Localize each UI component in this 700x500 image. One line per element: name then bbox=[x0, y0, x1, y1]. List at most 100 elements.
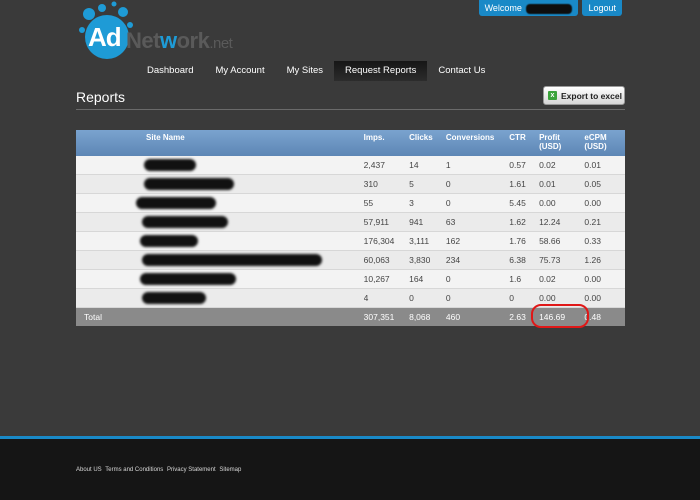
col-profit-label: Profit bbox=[539, 133, 560, 142]
logo-ad-text: Ad bbox=[88, 22, 122, 52]
profit-cell: 0.02 bbox=[539, 156, 585, 175]
nav-contact-us[interactable]: Contact Us bbox=[427, 61, 496, 81]
conversions-cell: 0 bbox=[445, 193, 510, 213]
total-profit-cell: 146.69 bbox=[531, 304, 590, 328]
export-excel-button[interactable]: x Export to excel bbox=[543, 86, 625, 105]
logo[interactable]: Ad Network.net bbox=[78, 0, 248, 62]
imps-cell: 57,911 bbox=[363, 212, 410, 232]
clicks-cell: 3,111 bbox=[409, 231, 446, 251]
site-name-cell bbox=[76, 288, 364, 308]
col-imps[interactable]: Imps. bbox=[363, 130, 410, 156]
profit-cell: 75.73 bbox=[539, 250, 585, 270]
ecpm-cell: 0.21 bbox=[584, 212, 625, 232]
footer-link-terms[interactable]: Terms and Conditions bbox=[105, 467, 163, 473]
conversions-cell: 162 bbox=[445, 231, 510, 251]
ecpm-cell: 0.01 bbox=[584, 156, 625, 175]
ctr-cell: 1.76 bbox=[509, 231, 540, 251]
export-label: Export to excel bbox=[561, 91, 622, 101]
nav-request-reports[interactable]: Request Reports bbox=[334, 61, 428, 81]
excel-icon: x bbox=[548, 91, 557, 100]
ctr-cell: 0.57 bbox=[509, 156, 540, 175]
col-profit-unit: (USD) bbox=[539, 142, 562, 151]
logout-link[interactable]: Logout bbox=[582, 0, 622, 16]
site-name-cell bbox=[76, 269, 364, 289]
logo-w-part: w bbox=[159, 28, 177, 53]
table-header-row: Site Name Imps. Clicks Conversions CTR P… bbox=[76, 130, 625, 156]
imps-cell: 2,437 bbox=[363, 156, 410, 175]
ecpm-cell: 1.26 bbox=[584, 250, 625, 270]
ecpm-cell: 0.00 bbox=[584, 269, 625, 289]
redacted-site-name bbox=[140, 235, 198, 247]
table-row: 60,063 3,830 234 6.38 75.73 1.26 bbox=[76, 250, 625, 270]
col-clicks[interactable]: Clicks bbox=[409, 130, 446, 156]
clicks-cell: 5 bbox=[409, 174, 446, 194]
clicks-cell: 3,830 bbox=[409, 250, 446, 270]
profit-cell: 0.01 bbox=[539, 174, 585, 194]
redacted-site-name bbox=[142, 216, 228, 228]
title-divider bbox=[76, 109, 625, 110]
ecpm-cell: 0.00 bbox=[584, 288, 625, 308]
red-highlight-circle bbox=[531, 304, 590, 328]
col-profit[interactable]: Profit (USD) bbox=[539, 130, 585, 156]
conversions-cell: 63 bbox=[445, 212, 510, 232]
site-name-cell bbox=[76, 193, 364, 213]
redacted-site-name bbox=[140, 273, 236, 285]
ctr-cell: 1.61 bbox=[509, 174, 540, 194]
logo-net-part: Net bbox=[126, 28, 160, 53]
imps-cell: 310 bbox=[363, 174, 410, 194]
nav-my-account[interactable]: My Account bbox=[204, 61, 275, 81]
table-row: 57,911 941 63 1.62 12.24 0.21 bbox=[76, 212, 625, 232]
col-ctr[interactable]: CTR bbox=[509, 130, 540, 156]
table-row: 10,267 164 0 1.6 0.02 0.00 bbox=[76, 269, 625, 289]
ctr-cell: 5.45 bbox=[509, 193, 540, 213]
profit-cell: 0.00 bbox=[539, 193, 585, 213]
nav-dashboard[interactable]: Dashboard bbox=[136, 61, 204, 81]
table-row: 55 3 0 5.45 0.00 0.00 bbox=[76, 193, 625, 213]
profit-cell: 58.66 bbox=[539, 231, 585, 251]
conversions-cell: 1 bbox=[445, 156, 510, 175]
table-row: 2,437 14 1 0.57 0.02 0.01 bbox=[76, 156, 625, 175]
site-name-cell bbox=[76, 231, 364, 251]
clicks-cell: 14 bbox=[409, 156, 446, 175]
redacted-site-name bbox=[142, 292, 206, 304]
clicks-cell: 941 bbox=[409, 212, 446, 232]
col-ecpm[interactable]: eCPM (USD) bbox=[584, 130, 625, 156]
site-name-cell bbox=[76, 156, 364, 175]
conversions-cell: 0 bbox=[445, 288, 510, 308]
report-table: Site Name Imps. Clicks Conversions CTR P… bbox=[76, 130, 625, 328]
total-row: Total 307,351 8,068 460 2.63 146.69 0.48 bbox=[76, 304, 625, 328]
col-conversions[interactable]: Conversions bbox=[445, 130, 510, 156]
welcome-badge: Welcome bbox=[478, 0, 579, 16]
footer-link-sitemap[interactable]: Sitemap bbox=[219, 467, 241, 473]
total-imps: 307,351 bbox=[363, 307, 410, 326]
ecpm-cell: 0.33 bbox=[584, 231, 625, 251]
table-row: 310 5 0 1.61 0.01 0.05 bbox=[76, 174, 625, 194]
total-ecpm: 0.48 bbox=[584, 307, 625, 326]
redacted-site-name bbox=[144, 159, 196, 171]
col-ecpm-label: eCPM bbox=[584, 133, 607, 142]
logo-ork-part: ork bbox=[176, 28, 210, 53]
nav-my-sites[interactable]: My Sites bbox=[276, 61, 334, 81]
ecpm-cell: 0.05 bbox=[584, 174, 625, 194]
total-conversions: 460 bbox=[445, 307, 510, 326]
site-name-cell bbox=[76, 174, 364, 194]
col-site-name[interactable]: Site Name bbox=[76, 130, 364, 156]
redacted-site-name bbox=[136, 197, 216, 209]
conversions-cell: 0 bbox=[445, 269, 510, 289]
imps-cell: 4 bbox=[363, 288, 410, 308]
imps-cell: 55 bbox=[363, 193, 410, 213]
footer-link-privacy[interactable]: Privacy Statement bbox=[167, 467, 216, 473]
site-name-cell bbox=[76, 212, 364, 232]
ctr-cell: 6.38 bbox=[509, 250, 540, 270]
total-label: Total bbox=[76, 307, 364, 326]
total-clicks: 8,068 bbox=[409, 307, 446, 326]
site-name-cell bbox=[76, 250, 364, 270]
imps-cell: 10,267 bbox=[363, 269, 410, 289]
imps-cell: 60,063 bbox=[363, 250, 410, 270]
main-nav: Dashboard My Account My Sites Request Re… bbox=[136, 61, 496, 81]
ctr-cell: 1.62 bbox=[509, 212, 540, 232]
clicks-cell: 0 bbox=[409, 288, 446, 308]
footer-link-about[interactable]: About US bbox=[76, 467, 102, 473]
ecpm-cell: 0.00 bbox=[584, 193, 625, 213]
clicks-cell: 3 bbox=[409, 193, 446, 213]
